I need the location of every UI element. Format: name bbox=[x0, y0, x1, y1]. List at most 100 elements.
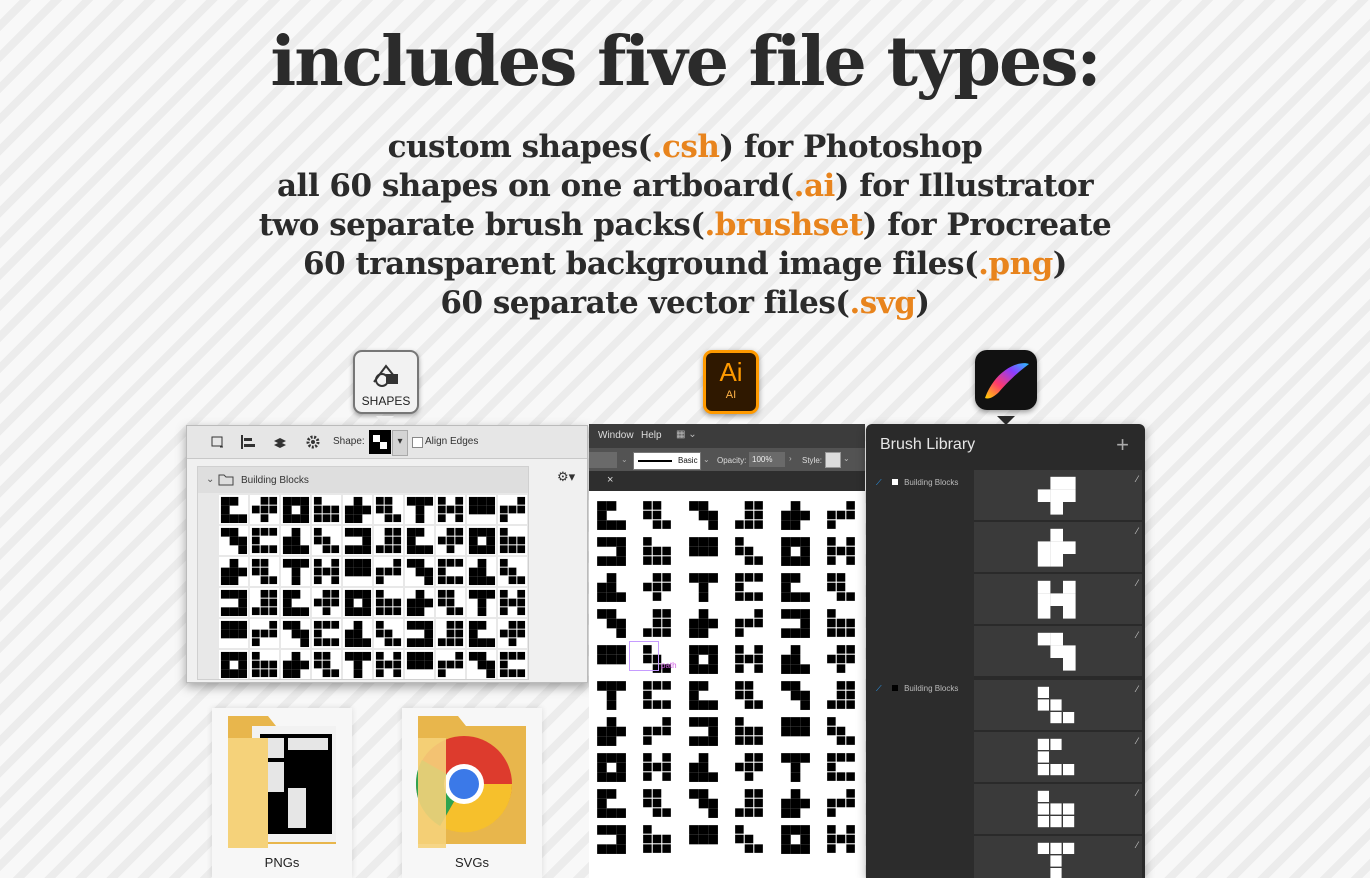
shape-thumbnail[interactable] bbox=[312, 495, 341, 524]
chevron-down-icon[interactable]: ▾ bbox=[392, 430, 408, 456]
shape-thumbnail[interactable] bbox=[219, 619, 248, 648]
workspace-switcher-icon[interactable]: ▦ ⌄ bbox=[676, 429, 697, 440]
shape-thumbnail[interactable] bbox=[436, 526, 465, 555]
artboard-shape[interactable] bbox=[591, 607, 635, 643]
shape-thumbnail[interactable] bbox=[405, 557, 434, 586]
artboard-shape[interactable] bbox=[821, 679, 865, 715]
artboard-shape[interactable] bbox=[775, 823, 819, 859]
shape-thumbnail[interactable] bbox=[467, 619, 496, 648]
shape-thumbnail[interactable] bbox=[250, 650, 279, 679]
artboard-shape[interactable] bbox=[729, 499, 773, 535]
shape-thumbnail[interactable] bbox=[312, 619, 341, 648]
shape-thumbnail[interactable] bbox=[436, 495, 465, 524]
shape-thumbnail[interactable] bbox=[281, 495, 310, 524]
shape-thumbnail[interactable] bbox=[312, 557, 341, 586]
artboard-shape[interactable] bbox=[775, 751, 819, 787]
shape-thumbnail[interactable] bbox=[498, 650, 527, 679]
gear-icon[interactable] bbox=[304, 433, 322, 451]
artboard-shape[interactable] bbox=[637, 715, 681, 751]
artboard-shape[interactable] bbox=[775, 715, 819, 751]
brush-item[interactable]: ⁄ bbox=[974, 574, 1142, 626]
artboard-shape[interactable] bbox=[683, 823, 727, 859]
shape-thumbnail[interactable] bbox=[374, 588, 403, 617]
shape-thumbnail[interactable] bbox=[498, 495, 527, 524]
artboard-shape[interactable] bbox=[591, 535, 635, 571]
artboard-shape[interactable] bbox=[591, 499, 635, 535]
artboard-shape[interactable] bbox=[821, 751, 865, 787]
shape-thumbnail[interactable] bbox=[467, 650, 496, 679]
artboard-shape[interactable] bbox=[637, 787, 681, 823]
shape-thumbnail[interactable] bbox=[498, 588, 527, 617]
brush-set-item[interactable]: ⟋ Building Blocks bbox=[876, 684, 958, 694]
menu-help[interactable]: Help bbox=[641, 430, 662, 441]
close-icon[interactable]: × bbox=[607, 474, 613, 486]
shape-thumbnail[interactable] bbox=[405, 650, 434, 679]
artboard-shape[interactable] bbox=[729, 643, 773, 679]
shape-thumbnail[interactable] bbox=[343, 526, 372, 555]
shape-thumbnail[interactable] bbox=[281, 557, 310, 586]
artboard-shape[interactable] bbox=[775, 499, 819, 535]
shape-thumbnail[interactable] bbox=[405, 619, 434, 648]
artboard-shape[interactable] bbox=[821, 715, 865, 751]
artboard-shape[interactable] bbox=[729, 715, 773, 751]
artboard-shape[interactable] bbox=[729, 571, 773, 607]
artboard-shape[interactable] bbox=[683, 715, 727, 751]
stroke-weight-field[interactable] bbox=[589, 452, 617, 468]
shape-thumbnail[interactable] bbox=[250, 619, 279, 648]
artboard-shape[interactable] bbox=[591, 823, 635, 859]
shape-thumbnail[interactable] bbox=[374, 650, 403, 679]
shape-thumbnail[interactable] bbox=[281, 650, 310, 679]
artboard-shape[interactable] bbox=[821, 499, 865, 535]
brush-item[interactable]: ⁄ bbox=[974, 470, 1142, 522]
shape-preview-swatch[interactable] bbox=[369, 430, 391, 454]
chevron-down-icon[interactable]: ⌄ bbox=[621, 455, 628, 464]
shape-thumbnail[interactable] bbox=[498, 526, 527, 555]
svg-folder[interactable]: SVGs bbox=[402, 708, 542, 878]
brush-item[interactable]: ⁄ bbox=[974, 784, 1142, 836]
artboard-shape[interactable] bbox=[683, 571, 727, 607]
artboard-shape[interactable] bbox=[729, 679, 773, 715]
add-brush-button[interactable]: + bbox=[1116, 432, 1129, 458]
artboard-shape[interactable] bbox=[775, 607, 819, 643]
shape-thumbnail[interactable] bbox=[498, 619, 527, 648]
shape-thumbnail[interactable] bbox=[219, 557, 248, 586]
shape-thumbnail[interactable] bbox=[250, 588, 279, 617]
shape-thumbnail[interactable] bbox=[436, 588, 465, 617]
shape-thumbnail[interactable] bbox=[312, 650, 341, 679]
shape-thumbnail[interactable] bbox=[374, 526, 403, 555]
artboard-shape[interactable] bbox=[637, 823, 681, 859]
artboard-shape[interactable] bbox=[775, 787, 819, 823]
chevron-down-icon[interactable]: ⌄ bbox=[206, 474, 214, 485]
shape-thumbnail[interactable] bbox=[436, 619, 465, 648]
artboard-shape[interactable] bbox=[729, 787, 773, 823]
path-alignment-icon[interactable] bbox=[239, 433, 257, 451]
path-arrangement-icon[interactable] bbox=[271, 433, 289, 451]
shape-thumbnail[interactable] bbox=[467, 557, 496, 586]
shape-thumbnail[interactable] bbox=[436, 650, 465, 679]
artboard-shape[interactable] bbox=[775, 643, 819, 679]
artboard-shape[interactable] bbox=[637, 535, 681, 571]
stroke-style-select[interactable]: Basic bbox=[633, 452, 701, 470]
artboard-shape[interactable] bbox=[821, 535, 865, 571]
shape-thumbnail[interactable] bbox=[436, 557, 465, 586]
shape-thumbnail[interactable] bbox=[405, 495, 434, 524]
artboard-shape[interactable] bbox=[729, 535, 773, 571]
chevron-down-icon[interactable]: ⌄ bbox=[703, 455, 710, 464]
artboard-shape[interactable] bbox=[683, 751, 727, 787]
artboard[interactable]: path bbox=[589, 493, 865, 878]
shape-thumbnail[interactable] bbox=[250, 557, 279, 586]
graphic-style-swatch[interactable] bbox=[825, 452, 841, 468]
artboard-shape[interactable] bbox=[683, 607, 727, 643]
artboard-shape[interactable] bbox=[821, 571, 865, 607]
artboard-shape[interactable] bbox=[775, 679, 819, 715]
shape-thumbnail[interactable] bbox=[281, 619, 310, 648]
shape-thumbnail[interactable] bbox=[343, 557, 372, 586]
brush-item[interactable]: ⁄ bbox=[974, 522, 1142, 574]
opacity-input[interactable]: 100% bbox=[749, 452, 785, 467]
shape-thumbnail[interactable] bbox=[312, 526, 341, 555]
artboard-shape[interactable] bbox=[637, 751, 681, 787]
shape-thumbnail[interactable] bbox=[281, 588, 310, 617]
artboard-shape[interactable] bbox=[683, 499, 727, 535]
shape-thumbnail[interactable] bbox=[219, 650, 248, 679]
chevron-down-icon[interactable]: ⌄ bbox=[843, 454, 850, 463]
